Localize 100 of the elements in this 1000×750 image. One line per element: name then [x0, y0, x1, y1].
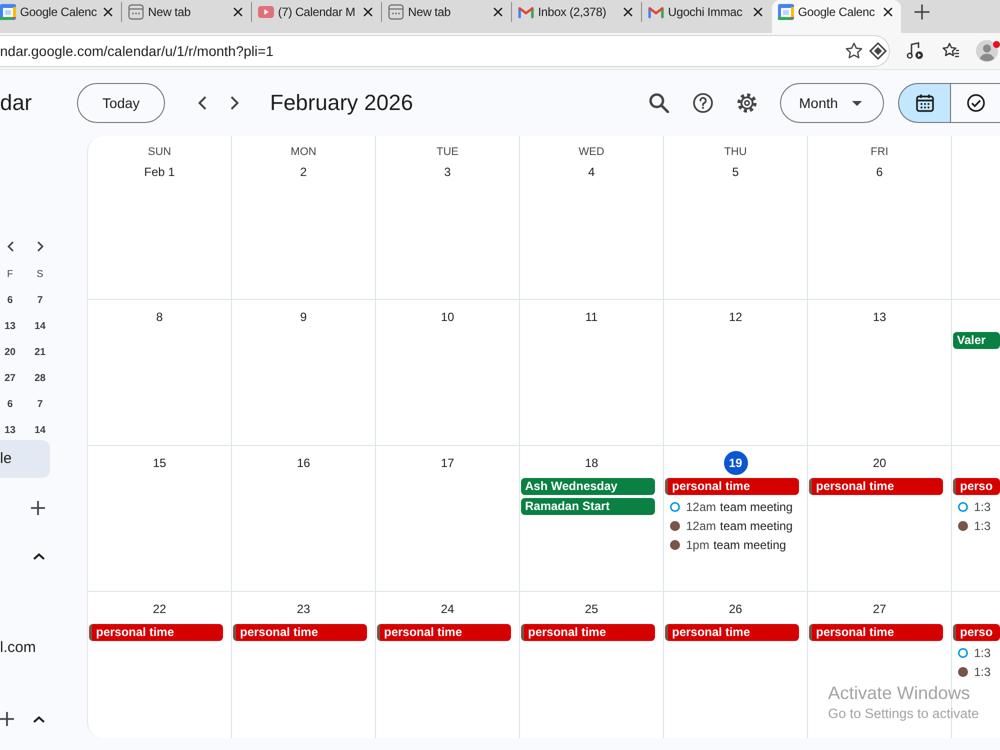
mini-date[interactable]: 6: [0, 391, 20, 417]
day-number[interactable]: 22: [148, 597, 172, 621]
event-chip[interactable]: personal time: [665, 478, 799, 495]
mini-date[interactable]: 20: [0, 339, 20, 365]
event-chip[interactable]: personal time: [809, 624, 943, 641]
mini-date[interactable]: 14: [20, 313, 60, 339]
day-number[interactable]: 11: [580, 305, 604, 329]
day-number[interactable]: 19: [724, 451, 748, 475]
event-chip[interactable]: Valer: [953, 332, 1000, 349]
event-chip[interactable]: perso: [953, 478, 1000, 495]
chevron-up-icon[interactable]: [33, 553, 45, 560]
plus-icon[interactable]: [0, 712, 14, 726]
browser-tab[interactable]: Inbox (2,378): [512, 0, 641, 33]
settings-icon[interactable]: [737, 93, 757, 113]
day-number[interactable]: 26: [724, 597, 748, 621]
close-icon[interactable]: [883, 7, 893, 17]
chevron-left-icon[interactable]: [198, 96, 206, 110]
day-number[interactable]: 18: [580, 451, 604, 475]
today-button[interactable]: Today: [77, 83, 165, 123]
activation-title: Activate Windows: [828, 682, 972, 704]
close-icon[interactable]: [753, 7, 763, 17]
day-number[interactable]: 20: [868, 451, 892, 475]
browser-tab[interactable]: New tab: [122, 0, 251, 33]
day-number[interactable]: 8: [148, 305, 172, 329]
day-number[interactable]: 23: [292, 597, 316, 621]
day-number[interactable]: 2: [292, 160, 316, 184]
event-chip[interactable]: personal time: [521, 624, 655, 641]
plus-icon[interactable]: [31, 501, 45, 515]
day-number[interactable]: 13: [868, 305, 892, 329]
event-chip[interactable]: Ash Wednesday: [521, 478, 655, 495]
event-item[interactable]: 1:3: [952, 497, 1000, 517]
event-chip[interactable]: perso: [953, 624, 1000, 641]
diamond-icon[interactable]: [869, 42, 887, 60]
browser-tab[interactable]: Ugochi Immac: [642, 0, 771, 33]
event-chip[interactable]: personal time: [89, 624, 223, 641]
chevron-right-icon[interactable]: [230, 96, 238, 110]
event-item[interactable]: 1:3: [952, 662, 1000, 682]
event-item[interactable]: 1:3: [952, 643, 1000, 663]
mini-date[interactable]: 27: [0, 365, 20, 391]
favorites-icon[interactable]: [942, 42, 960, 60]
close-icon[interactable]: [233, 7, 243, 17]
browser-tab[interactable]: Google Calenc: [772, 0, 901, 33]
close-icon[interactable]: [493, 7, 503, 17]
event-chip[interactable]: personal time: [809, 478, 943, 495]
view-dropdown[interactable]: Month: [780, 83, 884, 123]
day-number[interactable]: 12: [724, 305, 748, 329]
view-toggle-button[interactable]: [950, 83, 1000, 123]
account-email: l.com: [0, 638, 37, 658]
mail-icon: [648, 4, 664, 20]
day-number[interactable]: 10: [436, 305, 460, 329]
event-chip[interactable]: personal time: [665, 624, 799, 641]
close-icon[interactable]: [103, 7, 113, 17]
sidebar-item[interactable]: le: [0, 440, 50, 478]
event-chip[interactable]: personal time: [377, 624, 511, 641]
day-number[interactable]: 16: [292, 451, 316, 475]
browser-tab[interactable]: Google Calenc: [0, 0, 121, 33]
day-number[interactable]: 6: [868, 160, 892, 184]
day-number[interactable]: 17: [436, 451, 460, 475]
day-number[interactable]: 15: [148, 451, 172, 475]
day-number[interactable]: Feb 1: [141, 160, 178, 184]
mini-date[interactable]: 13: [0, 417, 20, 443]
browser-tab[interactable]: New tab: [382, 0, 511, 33]
mini-date[interactable]: 7: [20, 391, 60, 417]
event-chip[interactable]: personal time: [233, 624, 367, 641]
event-item[interactable]: 1pm team meeting: [664, 535, 807, 555]
help-icon[interactable]: [693, 93, 713, 113]
day-number[interactable]: 24: [436, 597, 460, 621]
search-icon[interactable]: [649, 93, 669, 113]
mini-date[interactable]: 13: [0, 313, 20, 339]
star-icon[interactable]: [845, 42, 863, 60]
day-number[interactable]: 3: [436, 160, 460, 184]
day-number[interactable]: 9: [292, 305, 316, 329]
event-chip[interactable]: Ramadan Start: [521, 498, 655, 515]
day-number[interactable]: 27: [868, 597, 892, 621]
event-item[interactable]: 12am team meeting: [664, 497, 807, 517]
event-item[interactable]: 12am team meeting: [664, 516, 807, 536]
event-item[interactable]: 1:3: [952, 516, 1000, 536]
day-number[interactable]: 4: [580, 160, 604, 184]
chevron-right-icon[interactable]: [37, 240, 44, 252]
url-text: ndar.google.com/calendar/u/1/r/month?pli=1: [0, 43, 275, 59]
avatar-icon[interactable]: [976, 40, 998, 62]
chevron-left-icon[interactable]: [7, 240, 14, 252]
view-toggle-button[interactable]: [898, 83, 950, 123]
close-icon[interactable]: [623, 7, 633, 17]
mini-date[interactable]: 6: [0, 287, 20, 313]
day-number[interactable]: 25: [580, 597, 604, 621]
plus-icon[interactable]: [914, 4, 930, 20]
calendar-app-icon: [0, 4, 16, 20]
mini-date[interactable]: 7: [20, 287, 60, 313]
mini-date[interactable]: 28: [20, 365, 60, 391]
notification-dot-icon: [993, 41, 1000, 48]
caret-down-icon: [852, 100, 862, 106]
mini-date[interactable]: 14: [20, 417, 60, 443]
address-field[interactable]: ndar.google.com/calendar/u/1/r/month?pli=1: [0, 35, 890, 67]
day-number[interactable]: 5: [724, 160, 748, 184]
mini-date[interactable]: 21: [20, 339, 60, 365]
music-play-icon[interactable]: [906, 42, 924, 60]
chevron-up-icon[interactable]: [33, 716, 45, 722]
browser-tab[interactable]: (7) Calendar M: [252, 0, 381, 33]
close-icon[interactable]: [363, 7, 373, 17]
